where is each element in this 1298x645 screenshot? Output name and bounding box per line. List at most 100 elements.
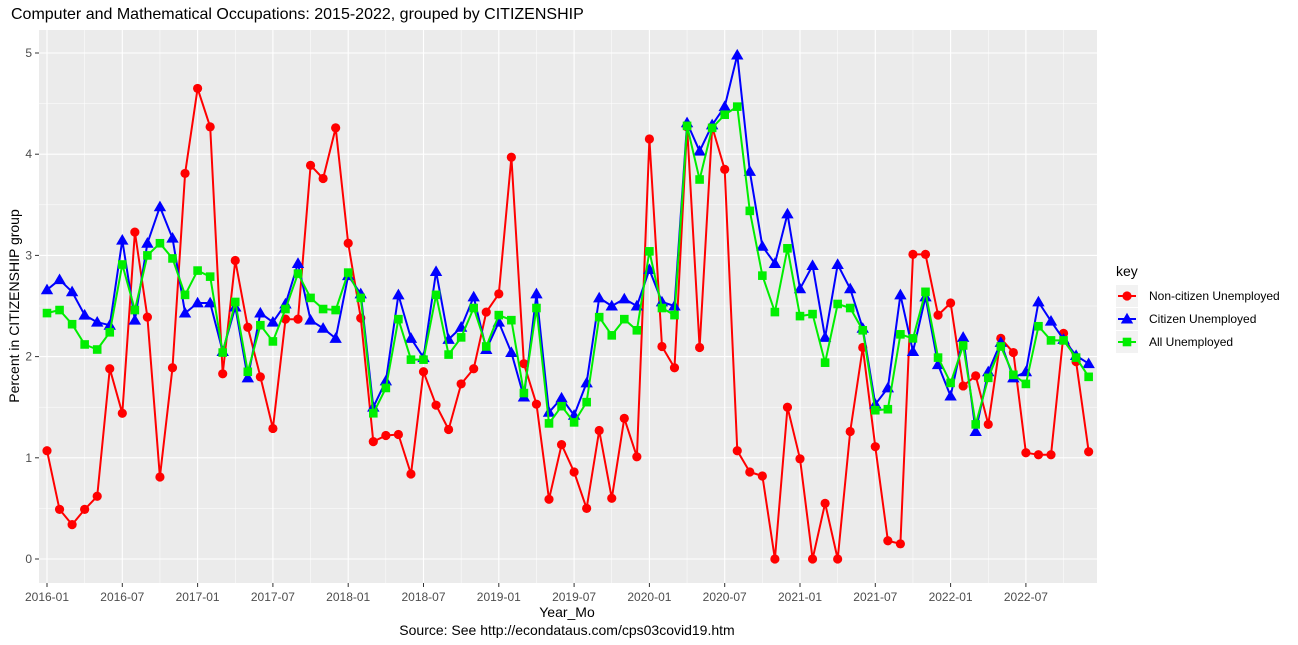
data-point bbox=[983, 373, 993, 383]
data-point bbox=[996, 342, 1006, 351]
data-point bbox=[1059, 336, 1068, 345]
data-point bbox=[130, 227, 140, 237]
data-point bbox=[833, 554, 843, 564]
legend-key-marker bbox=[1122, 291, 1132, 301]
data-point bbox=[180, 290, 190, 300]
y-axis: 0 1 2 3 4 5 bbox=[25, 46, 39, 566]
data-point bbox=[845, 426, 855, 437]
data-point bbox=[67, 519, 77, 530]
data-point bbox=[444, 350, 453, 359]
data-point bbox=[193, 83, 203, 94]
data-point bbox=[682, 121, 692, 131]
data-point bbox=[92, 345, 102, 354]
data-point bbox=[293, 314, 303, 324]
data-point bbox=[531, 399, 542, 409]
data-point bbox=[268, 337, 278, 346]
data-point bbox=[1071, 353, 1081, 362]
data-point bbox=[343, 268, 353, 277]
data-point bbox=[130, 305, 140, 315]
data-point bbox=[155, 472, 165, 482]
x-tick-label: 2020-01 bbox=[627, 590, 671, 604]
x-tick-label: 2020-07 bbox=[703, 590, 747, 604]
data-point bbox=[632, 452, 642, 462]
data-point bbox=[193, 266, 202, 275]
data-point bbox=[494, 289, 504, 299]
data-point bbox=[80, 504, 90, 515]
data-point bbox=[758, 271, 767, 280]
chart-caption: Source: See http://econdataus.com/cps03c… bbox=[399, 622, 734, 638]
legend: key Non-citizen Unemployed Citizen Unempl… bbox=[1116, 263, 1280, 353]
data-point bbox=[168, 254, 177, 263]
data-point bbox=[230, 255, 240, 266]
data-point bbox=[180, 168, 190, 179]
data-point bbox=[1046, 336, 1056, 345]
data-point bbox=[481, 307, 491, 317]
data-point bbox=[117, 408, 127, 418]
data-point bbox=[218, 369, 228, 379]
y-tick-label: 3 bbox=[25, 248, 32, 262]
data-point bbox=[230, 297, 240, 307]
data-point bbox=[983, 419, 993, 430]
data-point bbox=[1084, 447, 1094, 457]
legend-title: key bbox=[1116, 263, 1138, 279]
data-point bbox=[833, 299, 842, 309]
data-point bbox=[494, 310, 504, 320]
data-point bbox=[507, 315, 516, 325]
data-point bbox=[644, 134, 655, 144]
y-tick-label: 5 bbox=[25, 46, 32, 60]
data-point bbox=[42, 446, 52, 456]
data-point bbox=[870, 442, 880, 452]
data-point bbox=[205, 122, 215, 132]
data-point bbox=[669, 363, 680, 373]
data-point bbox=[369, 408, 378, 418]
data-point bbox=[256, 320, 265, 330]
data-point bbox=[933, 353, 943, 362]
data-point bbox=[807, 554, 818, 564]
data-point bbox=[1046, 450, 1056, 460]
data-point bbox=[757, 471, 767, 481]
data-point bbox=[469, 303, 478, 313]
y-tick-label: 2 bbox=[25, 350, 32, 364]
data-point bbox=[205, 272, 215, 281]
data-point bbox=[1009, 370, 1018, 380]
data-point bbox=[143, 251, 152, 260]
data-point bbox=[67, 319, 77, 329]
data-point bbox=[356, 293, 366, 303]
data-point bbox=[645, 247, 654, 256]
chart-title: Computer and Mathematical Occupations: 2… bbox=[11, 6, 584, 23]
data-point bbox=[594, 425, 604, 436]
data-point bbox=[381, 430, 391, 441]
data-point bbox=[607, 493, 617, 503]
data-point bbox=[1034, 321, 1043, 331]
data-point bbox=[1033, 450, 1044, 460]
data-point bbox=[607, 331, 617, 340]
data-point bbox=[908, 334, 918, 343]
data-point bbox=[406, 469, 416, 479]
data-point bbox=[619, 413, 629, 423]
x-tick-label: 2016-01 bbox=[25, 590, 69, 604]
data-point bbox=[569, 467, 579, 477]
data-point bbox=[820, 358, 830, 367]
x-tick-label: 2017-01 bbox=[176, 590, 220, 604]
x-tick-label: 2022-07 bbox=[1004, 590, 1048, 604]
data-point bbox=[732, 446, 742, 456]
data-point bbox=[556, 440, 567, 450]
data-point bbox=[105, 364, 115, 374]
data-point bbox=[732, 102, 742, 111]
data-point bbox=[293, 269, 303, 278]
data-point bbox=[142, 312, 152, 322]
data-point bbox=[582, 397, 591, 407]
y-tick-label: 4 bbox=[25, 147, 32, 161]
data-point bbox=[368, 437, 378, 447]
data-point bbox=[895, 539, 906, 549]
data-point bbox=[971, 371, 981, 381]
data-point bbox=[920, 249, 931, 259]
data-point bbox=[155, 238, 165, 248]
x-axis-title: Year_Mo bbox=[539, 604, 595, 620]
x-tick-label: 2021-07 bbox=[853, 590, 897, 604]
data-point bbox=[820, 498, 830, 508]
data-point bbox=[1084, 372, 1093, 382]
data-point bbox=[481, 342, 491, 351]
data-point bbox=[519, 388, 529, 398]
data-point bbox=[243, 322, 253, 332]
